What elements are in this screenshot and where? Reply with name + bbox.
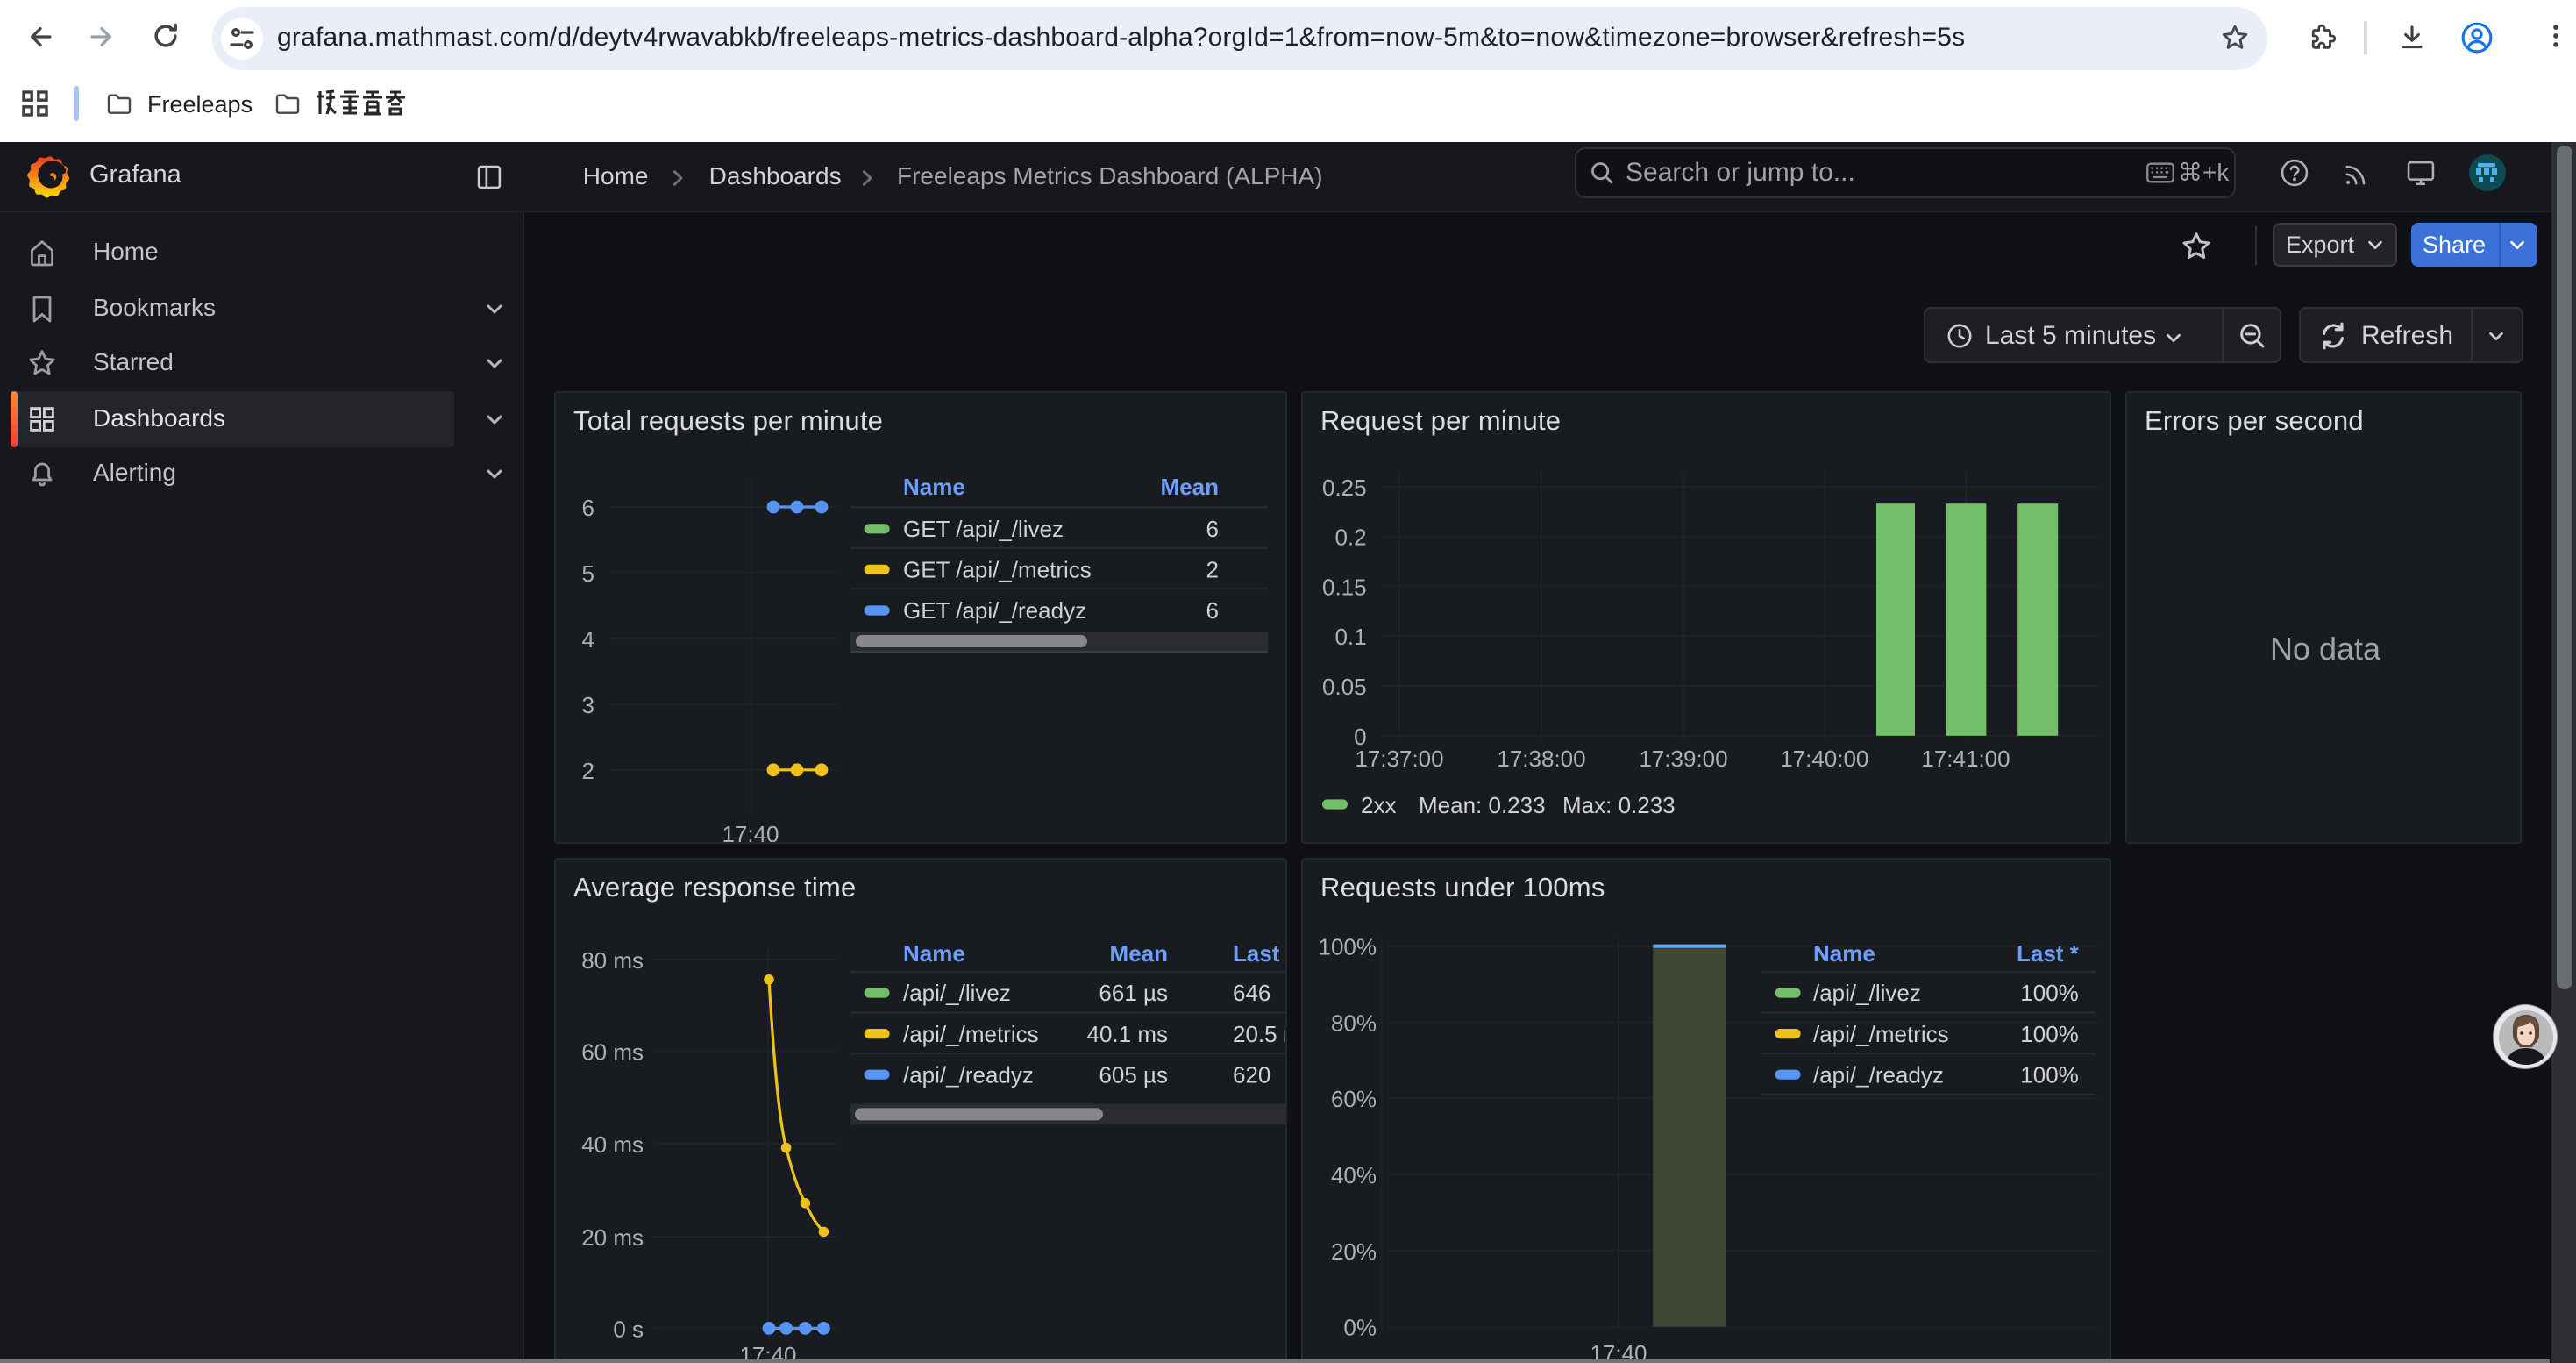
svg-text:Name: Name	[1813, 940, 1875, 967]
svg-text:2: 2	[582, 757, 594, 783]
svg-text:620: 620	[1233, 1061, 1270, 1088]
svg-text:17:40:00: 17:40:00	[1780, 745, 1868, 771]
svg-text:4: 4	[582, 625, 594, 652]
svg-text:/api/_/metrics: /api/_/metrics	[1813, 1021, 1949, 1047]
svg-text:Last *: Last *	[1233, 940, 1287, 967]
svg-text:0.25: 0.25	[1322, 474, 1367, 500]
svg-text:20 ms: 20 ms	[581, 1224, 644, 1251]
svg-text:5: 5	[582, 560, 594, 586]
svg-text:GET /api/_/livez: GET /api/_/livez	[903, 515, 1064, 541]
svg-text:GET /api/_/metrics: GET /api/_/metrics	[903, 556, 1092, 582]
svg-text:17:40: 17:40	[722, 820, 779, 843]
svg-text:17:37:00: 17:37:00	[1355, 745, 1443, 771]
svg-text:Mean: Mean	[1161, 473, 1219, 499]
svg-text:100%: 100%	[1319, 934, 1377, 960]
svg-text:60%: 60%	[1331, 1086, 1377, 1112]
svg-text:0.2: 0.2	[1334, 524, 1366, 550]
svg-text:80 ms: 80 ms	[581, 947, 644, 974]
svg-text:100%: 100%	[2020, 1021, 2079, 1047]
svg-text:2xx: 2xx	[1361, 791, 1396, 817]
svg-text:2: 2	[1206, 556, 1219, 582]
svg-text:661 µs: 661 µs	[1099, 980, 1168, 1006]
svg-text:100%: 100%	[2020, 1061, 2079, 1088]
svg-text:646: 646	[1233, 980, 1270, 1006]
svg-text:17:41:00: 17:41:00	[1921, 745, 2010, 771]
svg-text:/api/_/readyz: /api/_/readyz	[1813, 1061, 1944, 1088]
svg-text:Name: Name	[903, 940, 965, 967]
svg-text:6: 6	[582, 494, 594, 520]
svg-text:17:39:00: 17:39:00	[1639, 745, 1727, 771]
svg-text:Max: 0.233: Max: 0.233	[1562, 791, 1676, 817]
svg-text:6: 6	[1206, 596, 1219, 623]
svg-text:3: 3	[582, 691, 594, 717]
svg-text:40%: 40%	[1331, 1162, 1377, 1188]
svg-text:40.1 ms: 40.1 ms	[1087, 1021, 1169, 1047]
svg-text:17:38:00: 17:38:00	[1497, 745, 1585, 771]
svg-text:Mean: Mean	[1110, 940, 1168, 967]
svg-text:GET /api/_/readyz: GET /api/_/readyz	[903, 596, 1086, 623]
svg-text:0.05: 0.05	[1322, 673, 1367, 699]
svg-text:Mean: 0.233: Mean: 0.233	[1419, 791, 1546, 817]
svg-text:60 ms: 60 ms	[581, 1038, 644, 1065]
svg-text:20.5 m: 20.5 m	[1233, 1021, 1287, 1047]
svg-text:605 µs: 605 µs	[1099, 1061, 1168, 1088]
svg-text:/api/_/livez: /api/_/livez	[1813, 980, 1921, 1006]
svg-text:0%: 0%	[1343, 1315, 1377, 1341]
svg-text:80%: 80%	[1331, 1010, 1377, 1036]
svg-text:Name: Name	[903, 473, 965, 499]
svg-text:20%: 20%	[1331, 1238, 1377, 1265]
svg-text:/api/_/metrics: /api/_/metrics	[903, 1021, 1039, 1047]
svg-text:6: 6	[1206, 515, 1219, 541]
svg-text:0.15: 0.15	[1322, 574, 1367, 600]
svg-text:100%: 100%	[2020, 980, 2079, 1006]
svg-text:Last *: Last *	[2017, 940, 2080, 967]
svg-text:40 ms: 40 ms	[581, 1131, 644, 1158]
svg-text:0 s: 0 s	[613, 1316, 644, 1342]
svg-text:/api/_/livez: /api/_/livez	[903, 980, 1011, 1006]
svg-text:0.1: 0.1	[1334, 623, 1366, 649]
svg-text:/api/_/readyz: /api/_/readyz	[903, 1061, 1034, 1088]
